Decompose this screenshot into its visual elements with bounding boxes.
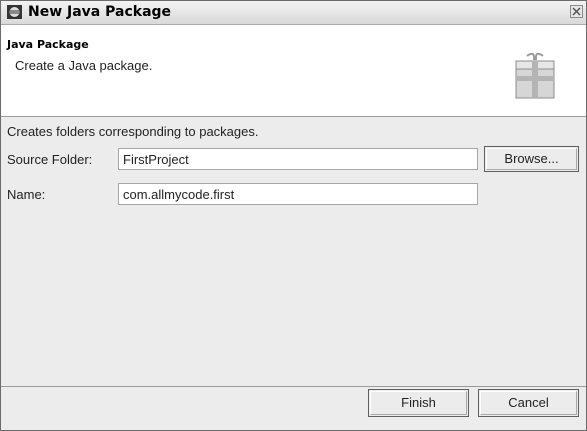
new-java-package-dialog: New Java Package Java Package Create a J… (0, 0, 587, 431)
browse-button[interactable]: Browse... (484, 146, 579, 172)
browse-button-label: Browse... (504, 151, 559, 166)
cancel-button[interactable]: Cancel (478, 389, 579, 417)
eclipse-icon (7, 5, 22, 19)
form-area: Creates folders corresponding to package… (1, 117, 586, 387)
banner-description: Create a Java package. (15, 58, 153, 73)
close-icon[interactable] (570, 5, 583, 18)
finish-button-label: Finish (401, 395, 436, 410)
source-folder-label: Source Folder: (7, 152, 93, 167)
banner-title: Java Package (7, 38, 89, 51)
cancel-button-label: Cancel (508, 395, 549, 410)
wizard-banner: Java Package Create a Java package. (1, 25, 586, 117)
finish-button[interactable]: Finish (368, 389, 469, 417)
name-label: Name: (7, 187, 46, 202)
form-hint: Creates folders corresponding to package… (7, 124, 259, 139)
button-bar: Finish Cancel (1, 387, 586, 430)
window-title: New Java Package (28, 4, 172, 20)
title-bar[interactable]: New Java Package (1, 1, 586, 25)
package-icon (513, 50, 557, 100)
name-input[interactable]: com.allmycode.first (118, 183, 478, 205)
source-folder-input[interactable]: FirstProject (118, 148, 478, 170)
